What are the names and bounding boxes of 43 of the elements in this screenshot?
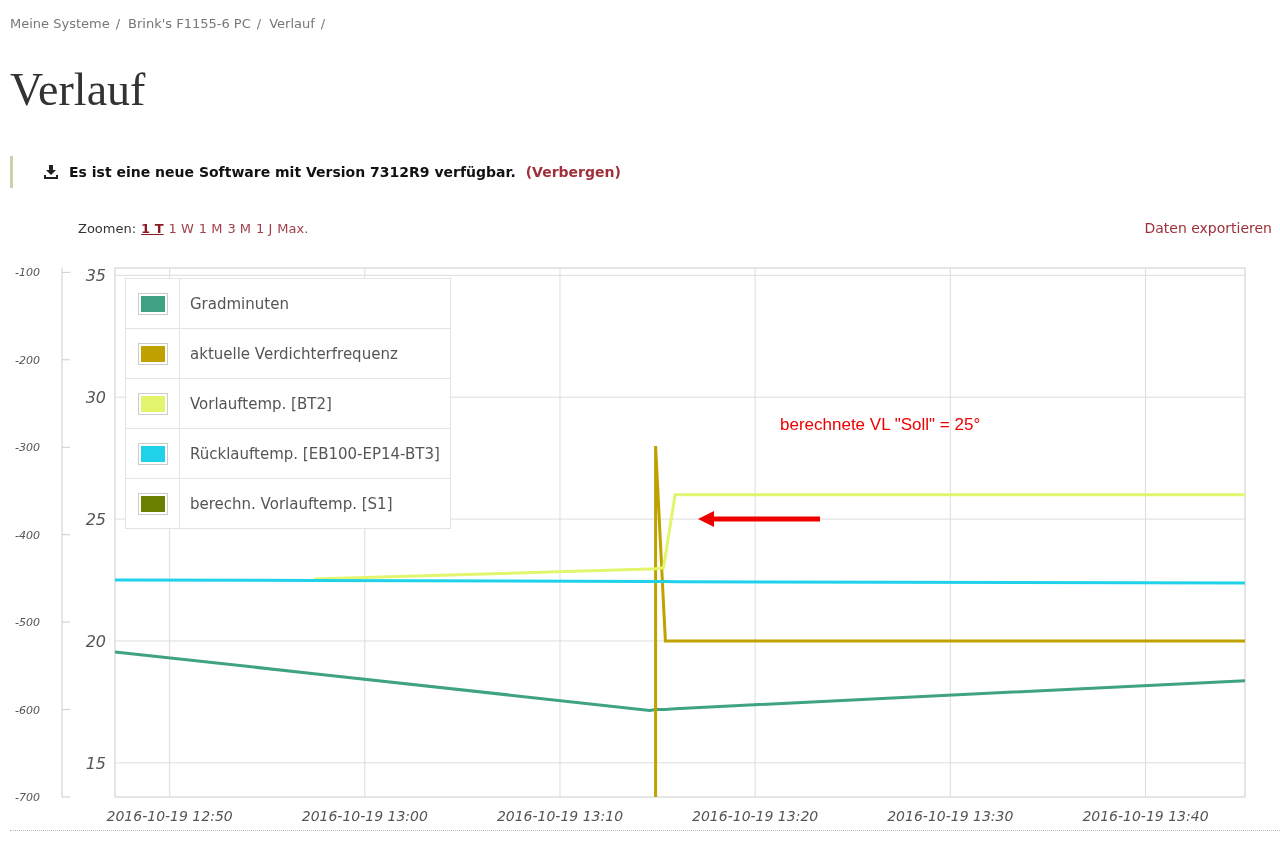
zoom-option[interactable]: 1 T — [141, 220, 164, 236]
legend-label: aktuelle Verdichterfrequenz — [189, 343, 399, 365]
zoom-option[interactable]: Max. — [277, 220, 309, 236]
notice-text: Es ist eine neue Software mit Version 7312R9 verfügbar. — [69, 164, 516, 180]
zoom-option[interactable]: 3 M — [227, 220, 252, 236]
breadcrumb-separator: / — [320, 15, 326, 31]
legend-label: Rücklauftemp. [EB100-EP14-BT3] — [189, 443, 441, 465]
axis-label: 20 — [85, 632, 106, 651]
export-link[interactable]: Daten exportieren — [1144, 220, 1272, 236]
axis-label: 15 — [85, 753, 106, 773]
axis-label: 2016-10-19 13:10 — [496, 808, 624, 824]
axis-label: -200 — [15, 353, 40, 367]
arrow-icon — [698, 511, 820, 527]
legend-label: Vorlauftemp. [BT2] — [189, 393, 333, 415]
legend-label: berechn. Vorlauftemp. [S1] — [189, 493, 394, 515]
axis-label: 2016-10-19 13:40 — [1082, 808, 1209, 824]
breadcrumb-link[interactable]: Verlauf — [269, 15, 315, 31]
axis-label: 2016-10-19 13:00 — [301, 808, 428, 824]
hide-link[interactable]: (Verbergen) — [525, 164, 621, 180]
zoom-label: Zoomen: — [78, 220, 137, 236]
zoom-option[interactable]: 1 J — [256, 220, 273, 236]
breadcrumb-link[interactable]: Brink's F1155-6 PC — [128, 15, 251, 31]
zoom-option[interactable]: 1 W — [168, 220, 194, 236]
download-icon — [43, 165, 59, 179]
axis-label: 35 — [85, 266, 106, 286]
breadcrumb-link[interactable]: Meine Systeme — [10, 15, 110, 31]
axis-label: 2016-10-19 12:50 — [106, 808, 233, 824]
axis-label: -300 — [15, 441, 40, 455]
zoom-option[interactable]: 1 M — [198, 220, 223, 236]
axis-label: -600 — [15, 703, 40, 717]
axis-label: -700 — [15, 791, 40, 804]
axis-label: -100 — [15, 266, 40, 280]
axis-label: 2016-10-19 13:20 — [692, 808, 819, 824]
axis-label: 30 — [85, 388, 106, 408]
legend-label: Gradminuten — [189, 293, 290, 315]
axis-label: 2016-10-19 13:30 — [887, 808, 1014, 824]
axis-label: -400 — [15, 528, 40, 542]
axis-label: 25 — [85, 510, 106, 530]
axis-label: -500 — [15, 616, 40, 630]
page-title: Verlauf — [10, 64, 147, 116]
annotation-text: berechnete VL "Soll" = 25° — [780, 415, 981, 434]
breadcrumb-separator: / — [256, 15, 262, 31]
breadcrumb-separator: / — [115, 15, 121, 31]
